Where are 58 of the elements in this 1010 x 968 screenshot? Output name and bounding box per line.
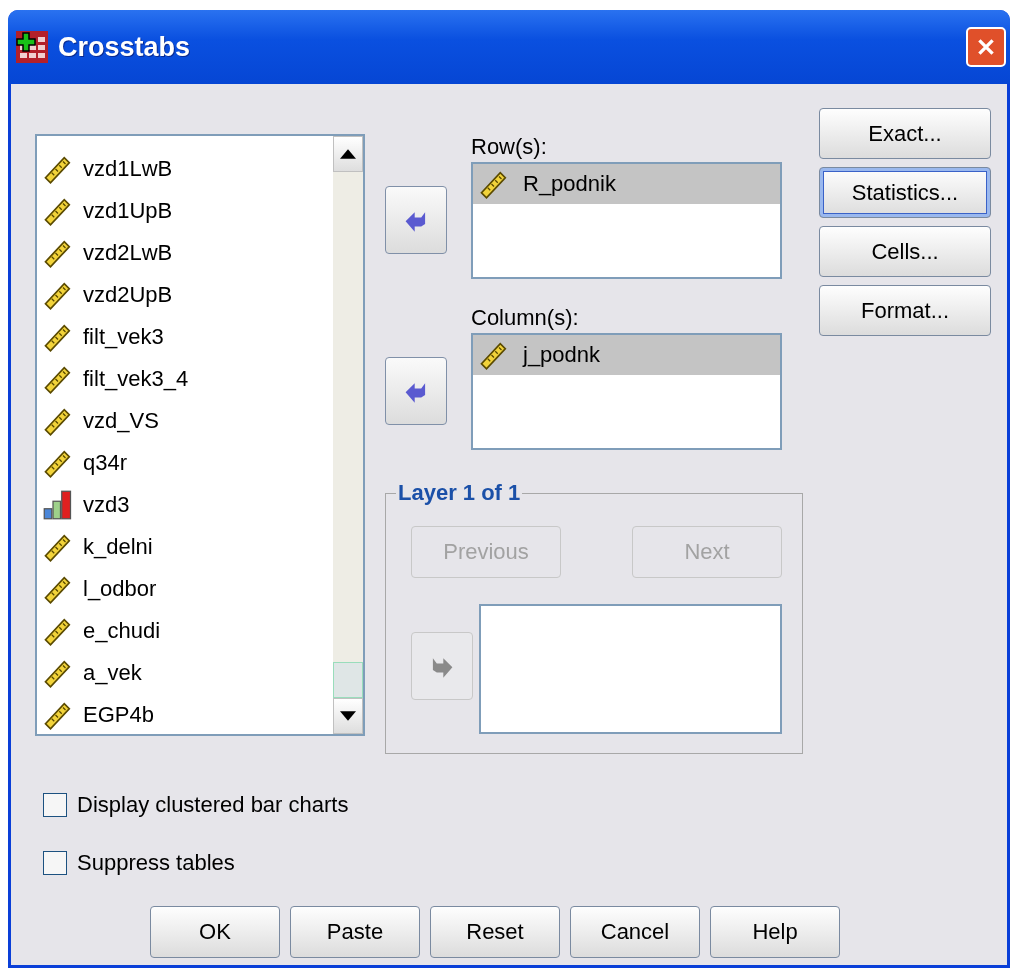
variable-item[interactable]: q34r [37,442,333,484]
window-title: Crosstabs [58,31,192,63]
ruler-icon [43,574,73,604]
variable-item[interactable]: EGP4b [37,694,333,736]
ruler-icon [43,532,73,562]
scrollbar[interactable] [333,136,363,734]
dialog-button[interactable]: Help [710,906,840,958]
ruler-icon [43,196,73,226]
dialog-button[interactable]: Cells... [819,226,991,277]
move-button[interactable] [385,357,447,425]
dialog-button[interactable]: OK [150,906,280,958]
table-plus-icon [16,31,48,63]
ruler-icon [479,340,509,370]
ruler-icon [43,280,73,310]
ruler-icon [43,364,73,394]
scroll-down-icon [340,711,356,721]
ruler-icon [43,448,73,478]
variable-item[interactable]: vzd3 [37,484,333,526]
ruler-icon [43,322,73,352]
ruler-icon [479,169,509,199]
ruler-icon [43,616,73,646]
group-title: Layer 1 of 1 [397,480,522,506]
ruler-icon [43,406,73,436]
dialog-button[interactable]: Exact... [819,108,991,159]
variable-item[interactable]: vzd2LwB [37,232,333,274]
list-label: Row(s): [471,134,548,161]
variable-item[interactable]: vzd1UpB [37,190,333,232]
scroll-up-icon [340,149,356,159]
ruler-icon [43,238,73,268]
move-button[interactable] [385,186,447,254]
checkbox[interactable] [43,851,67,875]
close-icon [975,36,997,58]
variable-item[interactable]: vzd1LwB [37,148,333,190]
checkbox[interactable] [43,793,67,817]
close-button[interactable] [966,27,1006,67]
scroll-thumb[interactable] [333,662,363,698]
variable-item[interactable]: j_podnk [473,335,780,375]
variable-item[interactable]: vzd_VS [37,400,333,442]
variable-item[interactable]: l_odbor [37,568,333,610]
variable-item[interactable]: vzd2UpB [37,274,333,316]
dialog-button[interactable]: Cancel [570,906,700,958]
ruler-icon [43,658,73,688]
variable-item[interactable]: filt_vek3_4 [37,358,333,400]
checkbox-label: Suppress tables [77,850,235,876]
variable-item[interactable]: a_vek [37,652,333,694]
checkbox-label: Display clustered bar charts [77,792,349,818]
dialog-button[interactable]: Statistics... [819,167,991,218]
list-label: Column(s): [471,305,580,332]
dialog-button[interactable]: Reset [430,906,560,958]
variable-item[interactable]: filt_vek3 [37,316,333,358]
variable-item[interactable]: k_delni [37,526,333,568]
bar-chart-icon [43,490,73,520]
dialog-button[interactable]: Format... [819,285,991,336]
dialog-button[interactable]: Paste [290,906,420,958]
variable-item[interactable]: e_chudi [37,610,333,652]
ruler-icon [43,154,73,184]
ruler-icon [43,700,73,730]
variable-item[interactable]: R_podnik [473,164,780,204]
